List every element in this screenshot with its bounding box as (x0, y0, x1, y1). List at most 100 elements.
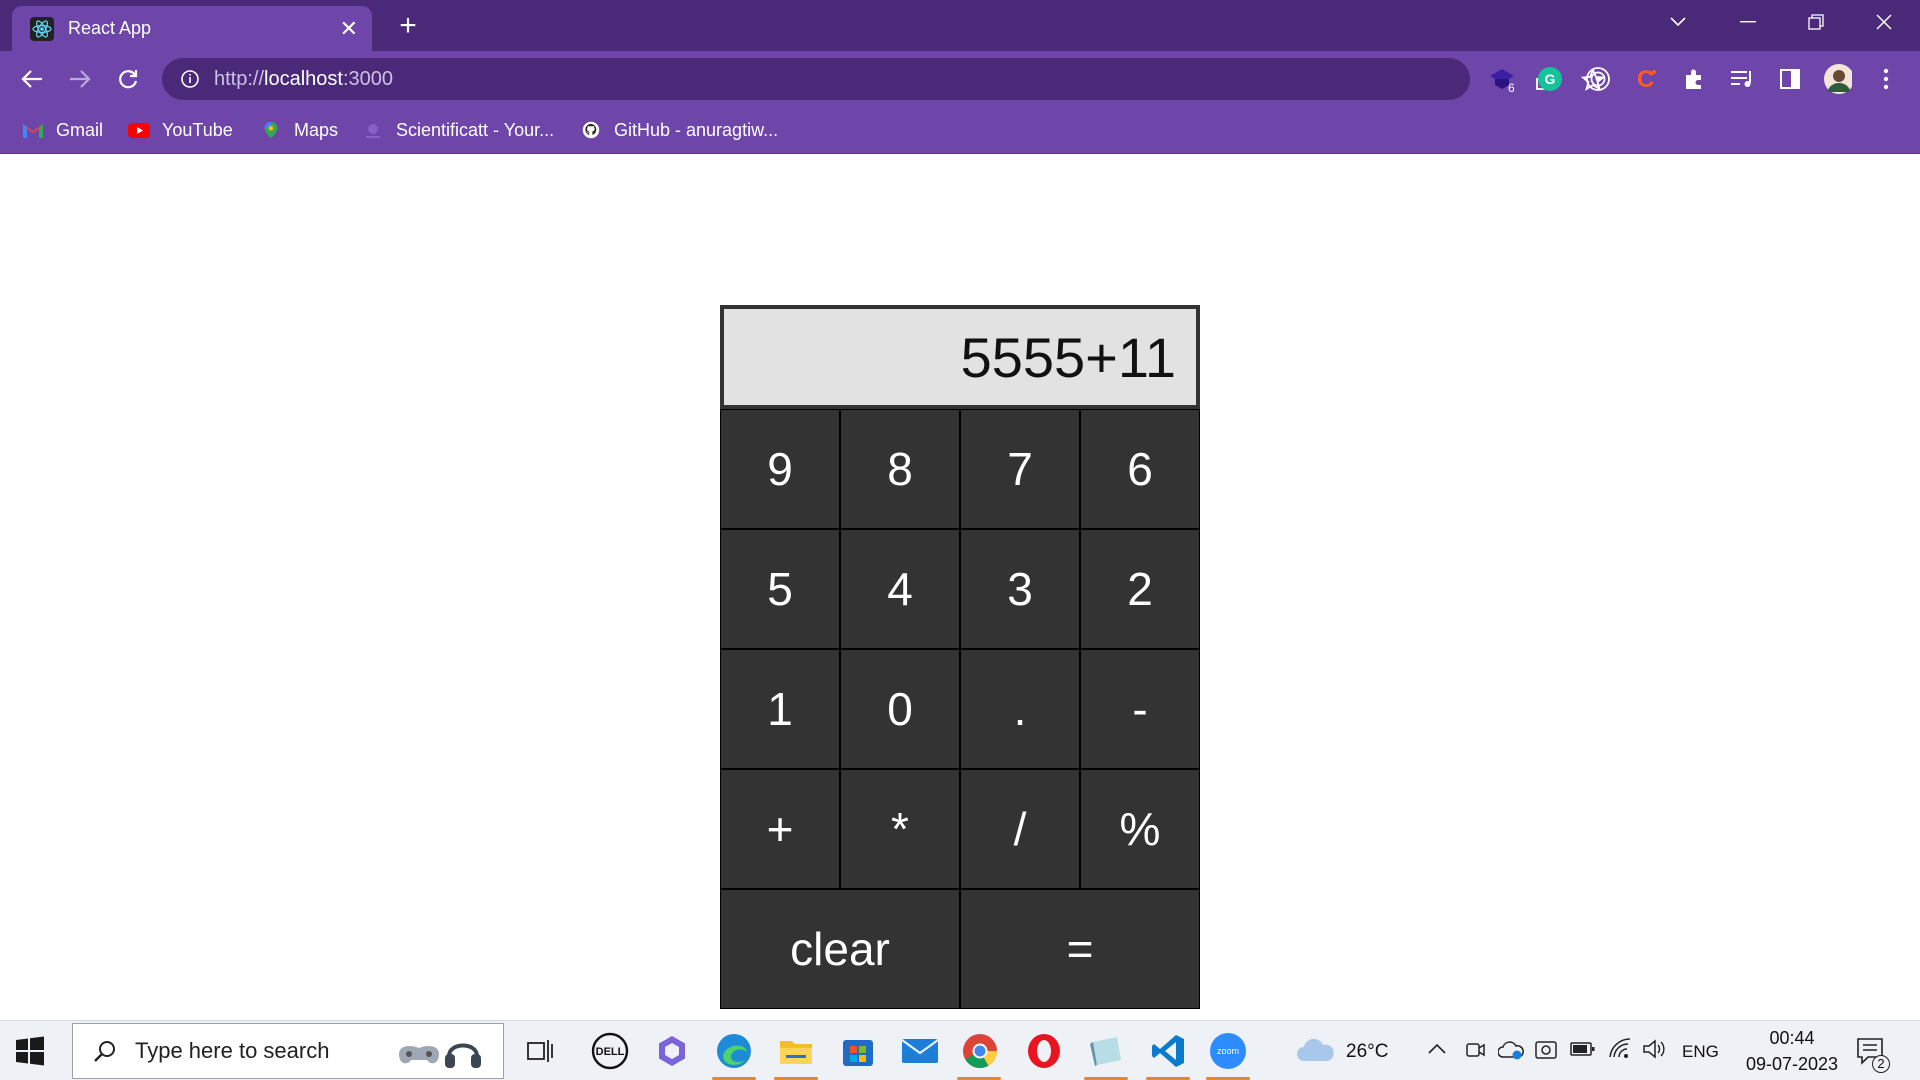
language-indicator[interactable]: ENG (1682, 1042, 1719, 1062)
search-placeholder: Type here to search (135, 1038, 330, 1063)
mail-app[interactable] (900, 1031, 940, 1071)
media-control-button[interactable] (1728, 65, 1756, 93)
key-6[interactable]: 6 (1080, 409, 1200, 529)
store-app[interactable] (838, 1031, 878, 1071)
vscode-app[interactable] (1148, 1031, 1188, 1071)
extensions-button[interactable] (1680, 65, 1708, 93)
edge-icon (717, 1034, 751, 1068)
kebab-menu-icon (1883, 68, 1889, 90)
arrow-left-icon (21, 70, 42, 88)
close-window-button[interactable] (1848, 0, 1920, 44)
tab-react-app[interactable]: React App ✕ (12, 6, 372, 51)
gmail-icon (23, 124, 43, 138)
svg-text:DELL: DELL (596, 1046, 625, 1058)
key-3[interactable]: 3 (960, 529, 1080, 649)
bookmarks-bar: Gmail YouTube Maps Scientificatt - Your.… (0, 106, 1920, 154)
taskbar-search-box[interactable]: Type here to search (72, 1023, 504, 1079)
battery-icon[interactable] (1570, 1041, 1596, 1057)
target-extension-button[interactable] (1584, 65, 1612, 93)
clear-button[interactable]: clear (720, 889, 960, 1009)
meet-now-icon[interactable] (1464, 1039, 1486, 1061)
opera-app[interactable] (1024, 1031, 1064, 1071)
minimize-button[interactable] (1712, 0, 1784, 44)
file-explorer-app[interactable] (776, 1031, 816, 1071)
extension-badge: 6 (1508, 81, 1515, 95)
key-0[interactable]: 0 (840, 649, 960, 769)
chrome-app[interactable] (960, 1031, 1000, 1071)
wifi-icon[interactable] (1608, 1037, 1632, 1059)
close-tab-icon[interactable]: ✕ (340, 16, 358, 42)
side-panel-button[interactable] (1776, 65, 1804, 93)
address-bar[interactable]: http://localhost:3000 (162, 58, 1606, 100)
maps-icon (264, 121, 278, 139)
new-tab-button[interactable]: + (390, 8, 426, 44)
copilot-icon (659, 1036, 685, 1066)
copilot-app[interactable] (652, 1031, 692, 1071)
restore-icon (1808, 14, 1824, 30)
defender-icon[interactable] (1534, 1039, 1558, 1061)
clock[interactable]: 00:44 09-07-2023 (1742, 1025, 1842, 1077)
zoom-icon: zoom (1210, 1033, 1246, 1069)
close-icon (1876, 14, 1892, 30)
back-button[interactable] (12, 59, 52, 99)
key-7[interactable]: 7 (960, 409, 1080, 529)
key-percent[interactable]: % (1080, 769, 1200, 889)
browser-toolbar: http://localhost:3000 6 G C (0, 51, 1920, 106)
bookmark-gmail[interactable]: Gmail (22, 118, 103, 142)
equals-button[interactable]: = (960, 889, 1200, 1009)
key-9[interactable]: 9 (720, 409, 840, 529)
calculator: 5555+11 9 8 7 6 5 4 3 2 1 0 . - + * / % … (720, 305, 1200, 1009)
reload-button[interactable] (108, 59, 148, 99)
key-2[interactable]: 2 (1080, 529, 1200, 649)
key-subtract[interactable]: - (1080, 649, 1200, 769)
edge-app[interactable] (714, 1031, 754, 1071)
url-text: http://localhost:3000 (214, 67, 394, 90)
svg-text:zoom: zoom (1217, 1046, 1239, 1056)
profile-button[interactable] (1824, 64, 1852, 94)
notepad-app[interactable] (1086, 1031, 1126, 1071)
chevron-up-icon[interactable] (1428, 1043, 1446, 1055)
key-add[interactable]: + (720, 769, 840, 889)
key-divide[interactable]: / (960, 769, 1080, 889)
extension-study-button[interactable]: 6 (1488, 65, 1516, 95)
key-5[interactable]: 5 (720, 529, 840, 649)
c-extension-button[interactable]: C (1632, 65, 1660, 93)
grammarly-button[interactable]: G (1536, 65, 1564, 93)
task-view-button[interactable] (520, 1031, 560, 1071)
forward-button[interactable] (60, 59, 100, 99)
restore-button[interactable] (1780, 0, 1852, 44)
windows-start-icon[interactable] (14, 1035, 46, 1067)
youtube-icon (128, 123, 150, 138)
avatar (1824, 64, 1852, 94)
menu-button[interactable] (1872, 65, 1900, 93)
bookmark-scientificatt[interactable]: Scientificatt - Your... (362, 118, 554, 142)
bookmark-maps[interactable]: Maps (260, 118, 338, 142)
opera-icon (1028, 1034, 1060, 1068)
info-icon[interactable] (180, 69, 200, 89)
tab-search-button[interactable] (1642, 0, 1714, 44)
search-icon (94, 1041, 115, 1062)
key-decimal[interactable]: . (960, 649, 1080, 769)
cloud-icon[interactable] (1296, 1037, 1336, 1063)
bookmark-github[interactable]: GitHub - anuragtiw... (580, 118, 778, 142)
dell-app[interactable]: DELL (590, 1031, 630, 1071)
svg-text:G: G (1545, 71, 1556, 87)
task-view-icon (527, 1040, 553, 1062)
volume-icon[interactable] (1642, 1038, 1666, 1060)
key-1[interactable]: 1 (720, 649, 840, 769)
key-8[interactable]: 8 (840, 409, 960, 529)
onedrive-sync-icon[interactable] (1498, 1039, 1524, 1061)
calculator-display: 5555+11 (720, 305, 1200, 409)
bookmark-youtube[interactable]: YouTube (128, 118, 233, 142)
grammarly-icon: G (1538, 67, 1562, 91)
vscode-icon (1152, 1035, 1184, 1067)
puzzle-icon (1686, 69, 1701, 89)
playlist-icon (1731, 71, 1751, 87)
arrow-right-icon (70, 70, 91, 88)
key-4[interactable]: 4 (840, 529, 960, 649)
key-multiply[interactable]: * (840, 769, 960, 889)
zoom-app[interactable]: zoom (1208, 1031, 1248, 1071)
tab-strip: React App ✕ + (0, 0, 1920, 51)
weather-temperature[interactable]: 26°C (1346, 1041, 1388, 1063)
notepad-icon (1090, 1037, 1121, 1066)
